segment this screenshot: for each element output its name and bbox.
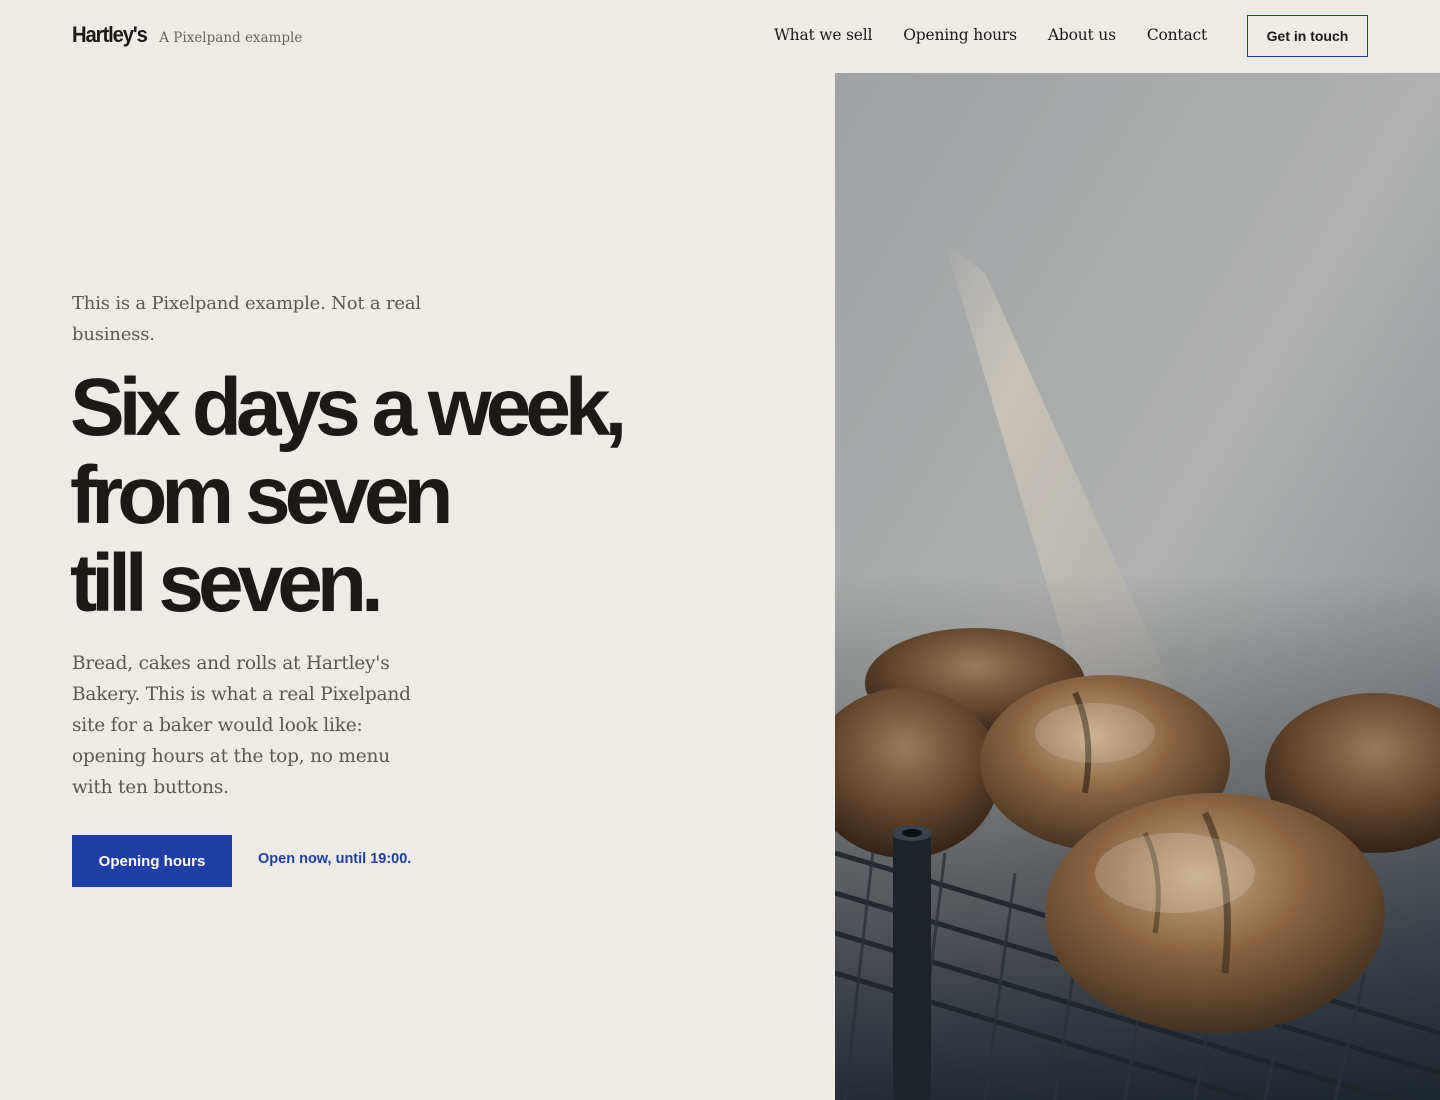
get-in-touch-button[interactable]: Get in touch — [1247, 15, 1368, 57]
brand[interactable]: Hartley's A Pixelpand example — [72, 22, 302, 48]
nav-contact[interactable]: Contact — [1147, 26, 1207, 44]
headline-line: till seven. — [70, 538, 384, 629]
nav-opening-hours[interactable]: Opening hours — [903, 26, 1017, 44]
headline-line: Six days a week, — [70, 362, 627, 453]
main-nav: What we sell Opening hours About us Cont… — [774, 26, 1207, 44]
brand-tagline: A Pixelpand example — [159, 30, 303, 46]
bread-photo-illustration — [835, 73, 1440, 1100]
nav-what-we-sell[interactable]: What we sell — [774, 26, 873, 44]
bread-loaves-photo — [835, 73, 1440, 1100]
nav-about-us[interactable]: About us — [1048, 26, 1116, 44]
brand-name[interactable]: Hartley's — [72, 22, 148, 48]
hero-headline: Six days a week, from seven till seven. — [70, 364, 710, 628]
site-header: Hartley's A Pixelpand example What we se… — [0, 0, 1440, 73]
headline-line: from seven — [70, 450, 454, 541]
open-status-link[interactable]: Open now, until 19:00. — [258, 851, 411, 867]
opening-hours-button[interactable]: Opening hours — [72, 835, 232, 887]
hero-body: Bread, cakes and rolls at Hartley's Bake… — [72, 653, 411, 798]
hero-eyebrow: This is a Pixelpand example. Not a real … — [72, 293, 421, 345]
